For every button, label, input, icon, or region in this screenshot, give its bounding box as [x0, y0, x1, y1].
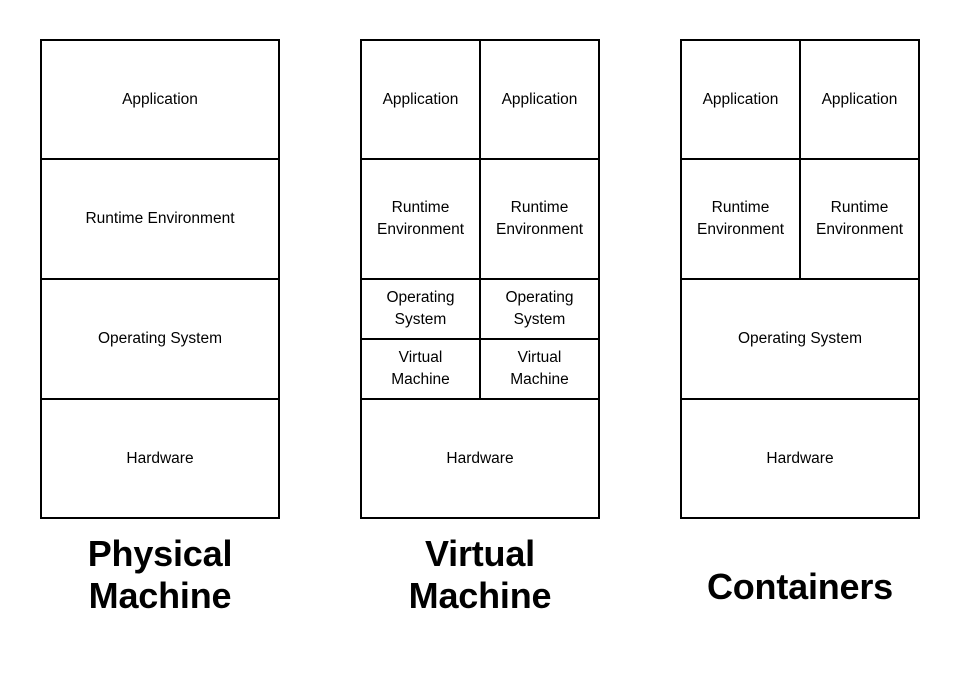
box-runtime-environment: Runtime Environment [85, 210, 235, 227]
stack-physical-machine: Application Runtime Environment Operatin… [40, 39, 280, 519]
band-application: Application [40, 39, 280, 158]
caption-physical-machine: Physical Machine [87, 533, 233, 617]
band-runtime-environment: Runtime Environment Runtime Environment [680, 158, 920, 278]
band-runtime-environment: Runtime Environment [40, 158, 280, 278]
box-application: Application [122, 90, 198, 108]
band-operating-system: Operating System Operating System [360, 278, 600, 338]
box-application-2: Application [479, 41, 598, 158]
box-operating-system: Operating System [97, 330, 223, 347]
box-operating-system-1: Operating System [386, 289, 455, 328]
box-hardware: Hardware [446, 449, 514, 467]
band-virtual-machine: Virtual Machine Virtual Machine [360, 338, 600, 398]
band-hardware: Hardware [680, 398, 920, 519]
band-runtime-environment: Runtime Environment Runtime Environment [360, 158, 600, 278]
caption-containers: Containers [706, 566, 894, 607]
box-runtime-environment-1: Runtime Environment [696, 199, 784, 238]
box-application-2: Application [799, 41, 918, 158]
box-runtime-environment-2: Runtime Environment [479, 160, 598, 278]
diagram-canvas: Application Runtime Environment Operatin… [0, 0, 960, 686]
caption-virtual-machine: Virtual Machine [408, 533, 552, 617]
band-hardware: Hardware [360, 398, 600, 519]
stack-containers: Application Application Runtime Environm… [680, 39, 920, 519]
band-operating-system: Operating System [40, 278, 280, 398]
box-application-1: Application [382, 90, 459, 108]
stack-virtual-machine: Application Application Runtime Environm… [360, 39, 600, 519]
box-operating-system: Operating System [737, 330, 863, 347]
box-operating-system-2: Operating System [479, 280, 598, 338]
box-virtual-machine-2: Virtual Machine [479, 340, 598, 398]
box-virtual-machine-1: Virtual Machine [391, 349, 450, 388]
box-runtime-environment-1: Runtime Environment [376, 199, 464, 238]
box-hardware: Hardware [766, 449, 834, 467]
box-application-1: Application [702, 90, 779, 108]
band-hardware: Hardware [40, 398, 280, 519]
band-application: Application Application [360, 39, 600, 158]
box-hardware: Hardware [126, 449, 194, 467]
box-runtime-environment-2: Runtime Environment [799, 160, 918, 278]
band-operating-system: Operating System [680, 278, 920, 398]
band-application: Application Application [680, 39, 920, 158]
